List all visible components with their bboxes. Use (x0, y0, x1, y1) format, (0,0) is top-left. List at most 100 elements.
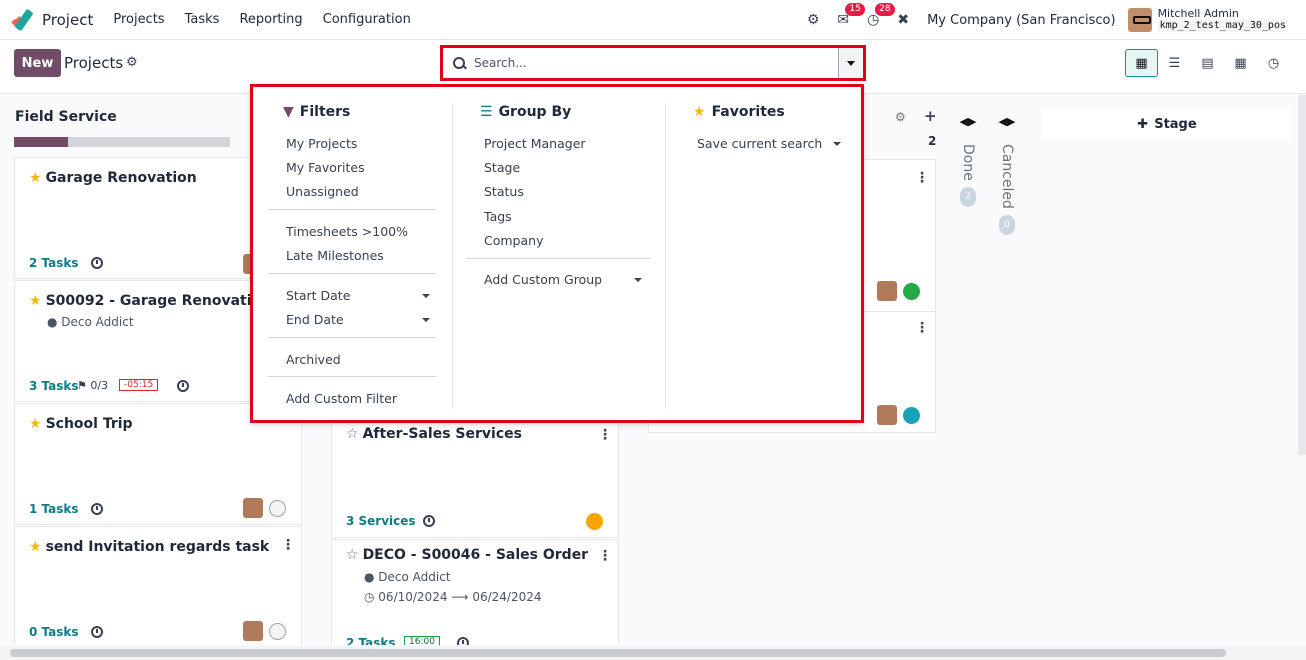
messages-badge: 15 (845, 3, 865, 16)
favorite-star-icon[interactable]: ★ (29, 539, 42, 555)
divider (268, 273, 436, 274)
add-custom-filter[interactable]: Add Custom Filter (286, 391, 397, 406)
add-stage-button[interactable]: ✚ Stage (1042, 109, 1292, 139)
folded-column-canceled[interactable]: ◀▶ Canceled 0 (992, 115, 1022, 235)
card-service-count[interactable]: 3 Services (346, 514, 416, 528)
filter-end-date[interactable]: End Date (286, 312, 344, 327)
column-settings-gear-icon[interactable]: ⚙ (895, 110, 906, 124)
favorite-star-icon[interactable]: ★ (29, 293, 42, 309)
status-indicator[interactable] (903, 407, 920, 424)
card-task-count[interactable]: 2 Tasks (29, 256, 79, 270)
filter-my-projects[interactable]: My Projects (286, 136, 357, 151)
kanban-card[interactable]: ☆ After-Sales Services ⋮ 3 Services (331, 418, 619, 538)
messages-icon[interactable]: ✉ 15 (837, 3, 865, 28)
menu-reporting[interactable]: Reporting (239, 12, 302, 27)
kanban-view-icon[interactable]: ▦ (1125, 49, 1158, 77)
caret-down-icon[interactable] (833, 142, 841, 146)
caret-down-icon[interactable] (422, 318, 430, 322)
user-avatar[interactable] (1127, 8, 1152, 32)
list-view-icon[interactable]: ☰ (1158, 49, 1191, 77)
favorite-star-icon[interactable]: ★ (29, 170, 42, 186)
column-progress-bar[interactable] (14, 137, 230, 147)
card-menu-icon[interactable]: ⋮ (598, 427, 612, 443)
status-indicator[interactable] (269, 500, 286, 517)
project-app-logo-icon[interactable] (11, 8, 34, 31)
card-menu-icon[interactable]: ⋮ (281, 537, 295, 553)
favorite-star-outline-icon[interactable]: ☆ (346, 547, 359, 563)
filter-late-milestones[interactable]: Late Milestones (286, 248, 384, 263)
groupby-stage[interactable]: Stage (484, 160, 520, 175)
clock-icon[interactable] (91, 257, 103, 269)
kanban-card[interactable]: ★ send Invitation regards task ⋮ 0 Tasks (14, 526, 302, 645)
card-task-count[interactable]: 2 Tasks (346, 636, 396, 645)
status-indicator[interactable] (586, 513, 603, 530)
favorite-star-icon[interactable]: ★ (29, 416, 42, 432)
card-task-count[interactable]: 3 Tasks (29, 379, 79, 393)
vertical-scrollbar[interactable] (1298, 95, 1306, 455)
activities-clock-icon[interactable]: ◷ 28 (867, 3, 895, 28)
clock-icon[interactable] (457, 637, 469, 645)
filter-timesheets[interactable]: Timesheets >100% (286, 224, 408, 239)
groupby-project-manager[interactable]: Project Manager (484, 136, 586, 151)
card-title: ☆ DECO - S00046 - Sales Order (346, 547, 588, 563)
clock-icon[interactable] (423, 515, 435, 527)
plus-icon: ✚ (1137, 116, 1149, 132)
menu-tasks[interactable]: Tasks (185, 12, 220, 27)
star-icon: ★ (693, 104, 706, 120)
assignee-avatar (877, 405, 897, 425)
folded-column-done[interactable]: ◀▶ Done 2 (953, 115, 983, 207)
clock-icon[interactable] (177, 380, 189, 392)
scrollbar-thumb[interactable] (10, 649, 1226, 657)
search-input[interactable] (474, 56, 814, 70)
column-title-field-service[interactable]: Field Service (15, 109, 117, 125)
activity-view-icon[interactable]: ◷ (1257, 49, 1290, 77)
caret-down-icon[interactable] (634, 278, 642, 282)
group-by-title: Group By (498, 104, 572, 120)
new-button[interactable]: New (14, 49, 61, 77)
bug-icon[interactable]: ⚙ (807, 12, 820, 28)
card-menu-icon[interactable]: ⋮ (598, 548, 612, 564)
card-menu-icon[interactable]: ⋮ (915, 320, 929, 336)
horizontal-scrollbar[interactable] (0, 646, 1306, 660)
navbar-systray: ⚙ ✉ 15 ◷ 28 ✖ My Company (San Francisco) M… (807, 0, 1306, 40)
search-field[interactable] (443, 48, 839, 78)
search-options-toggle[interactable] (839, 48, 863, 78)
expand-arrows-icon[interactable]: ◀▶ (992, 115, 1022, 128)
calendar-view-icon[interactable]: ▦ (1224, 49, 1257, 77)
company-switcher[interactable]: My Company (San Francisco) (927, 13, 1115, 28)
filter-my-favorites[interactable]: My Favorites (286, 160, 365, 175)
card-title: ★ Garage Renovation (29, 170, 197, 186)
groupby-company[interactable]: Company (484, 233, 543, 248)
card-task-count[interactable]: 1 Tasks (29, 502, 79, 516)
clock-icon[interactable] (91, 626, 103, 638)
menu-configuration[interactable]: Configuration (323, 12, 411, 27)
caret-down-icon[interactable] (422, 294, 430, 298)
favorite-star-outline-icon[interactable]: ☆ (346, 426, 359, 442)
tools-icon[interactable]: ✖ (897, 12, 909, 28)
app-name[interactable]: Project (42, 11, 93, 29)
card-title: ★ S00092 - Garage Renovation (29, 293, 271, 309)
filter-start-date[interactable]: Start Date (286, 288, 350, 303)
kanban-card[interactable]: ☆ DECO - S00046 - Sales Order ⋮ ● Deco Ad… (331, 539, 619, 645)
card-menu-icon[interactable]: ⋮ (915, 170, 929, 186)
column-label-done: Done (960, 144, 976, 181)
filter-unassigned[interactable]: Unassigned (286, 184, 359, 199)
milestone-count[interactable]: ⚑ 0/3 (77, 379, 108, 392)
user-menu[interactable]: Mitchell Admin kmp_2_test_may_30_pos (1157, 8, 1288, 32)
add-custom-group[interactable]: Add Custom Group (484, 272, 602, 287)
filter-archived[interactable]: Archived (286, 352, 341, 367)
gantt-view-icon[interactable]: ▤ (1191, 49, 1224, 77)
status-indicator[interactable] (269, 623, 286, 640)
groupby-tags[interactable]: Tags (484, 209, 512, 224)
actions-gear-icon[interactable]: ⚙ (126, 55, 138, 70)
search-panel-dropdown: ▼ Filters My Projects My Favorites Unassi… (250, 84, 864, 423)
status-indicator[interactable] (903, 283, 920, 300)
save-current-search[interactable]: Save current search (697, 136, 822, 151)
expand-arrows-icon[interactable]: ◀▶ (953, 115, 983, 128)
card-task-count[interactable]: 0 Tasks (29, 625, 79, 639)
filter-funnel-icon: ▼ (283, 104, 294, 120)
column-add-icon[interactable]: + (924, 107, 937, 125)
clock-icon[interactable] (91, 503, 103, 515)
groupby-status[interactable]: Status (484, 184, 524, 199)
menu-projects[interactable]: Projects (113, 12, 164, 27)
